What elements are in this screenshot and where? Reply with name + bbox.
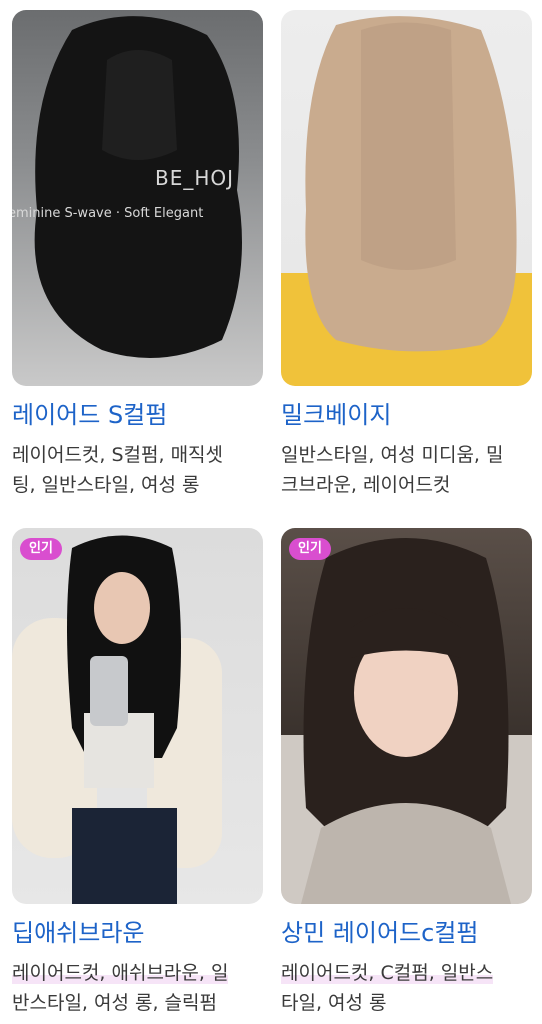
- style-photo[interactable]: 인기: [12, 528, 263, 904]
- style-tags-line: 타일, 여성 롱: [281, 992, 387, 1014]
- style-tags-line: 레이어드컷, C컬펌, 일반스: [281, 962, 494, 984]
- popular-badge: 인기: [289, 538, 331, 560]
- style-tags-line: 일반스타일, 여성 미디움, 밀: [281, 444, 504, 466]
- style-card[interactable]: BE_HOJ eminine S-wave · Soft Elegant 레이어…: [12, 10, 263, 500]
- style-card[interactable]: 인기 상민 레이어드c컬펌 레이어드컷, C컬펌, 일반스 타일, 여성 롱: [281, 528, 532, 1018]
- style-grid: BE_HOJ eminine S-wave · Soft Elegant 레이어…: [0, 0, 542, 1024]
- style-tags-line: 팅, 일반스타일, 여성 롱: [12, 474, 200, 496]
- style-title[interactable]: 밀크베이지: [281, 400, 532, 430]
- style-tags-line: 레이어드컷, 애쉬브라운, 일: [12, 962, 229, 984]
- style-title[interactable]: 상민 레이어드c컬펌: [281, 918, 532, 948]
- style-tags-line: 레이어드컷, S컬펌, 매직셋: [12, 444, 224, 466]
- style-tags-line: 반스타일, 여성 롱, 슬릭펌: [12, 992, 217, 1014]
- style-tags: 레이어드컷, S컬펌, 매직셋 팅, 일반스타일, 여성 롱: [12, 440, 263, 500]
- style-title[interactable]: 딥애쉬브라운: [12, 918, 263, 948]
- style-title[interactable]: 레이어드 S컬펌: [12, 400, 263, 430]
- popular-badge: 인기: [20, 538, 62, 560]
- photo-caption: BE_HOJ: [155, 166, 235, 190]
- style-tags: 레이어드컷, 애쉬브라운, 일 반스타일, 여성 롱, 슬릭펌: [12, 958, 263, 1018]
- style-tags: 일반스타일, 여성 미디움, 밀 크브라운, 레이어드컷: [281, 440, 532, 500]
- style-photo[interactable]: BE_HOJ eminine S-wave · Soft Elegant: [12, 10, 263, 386]
- style-card[interactable]: 인기 딥애쉬브라운 레이어드컷, 애쉬브라운, 일 반스타일, 여성 롱, 슬릭…: [12, 528, 263, 1018]
- style-tags-line: 크브라운, 레이어드컷: [281, 474, 451, 496]
- style-tags: 레이어드컷, C컬펌, 일반스 타일, 여성 롱: [281, 958, 532, 1018]
- style-card[interactable]: 밀크베이지 일반스타일, 여성 미디움, 밀 크브라운, 레이어드컷: [281, 10, 532, 500]
- style-photo[interactable]: 인기: [281, 528, 532, 904]
- photo-subcaption: eminine S-wave · Soft Elegant: [12, 206, 204, 221]
- style-photo[interactable]: [281, 10, 532, 386]
